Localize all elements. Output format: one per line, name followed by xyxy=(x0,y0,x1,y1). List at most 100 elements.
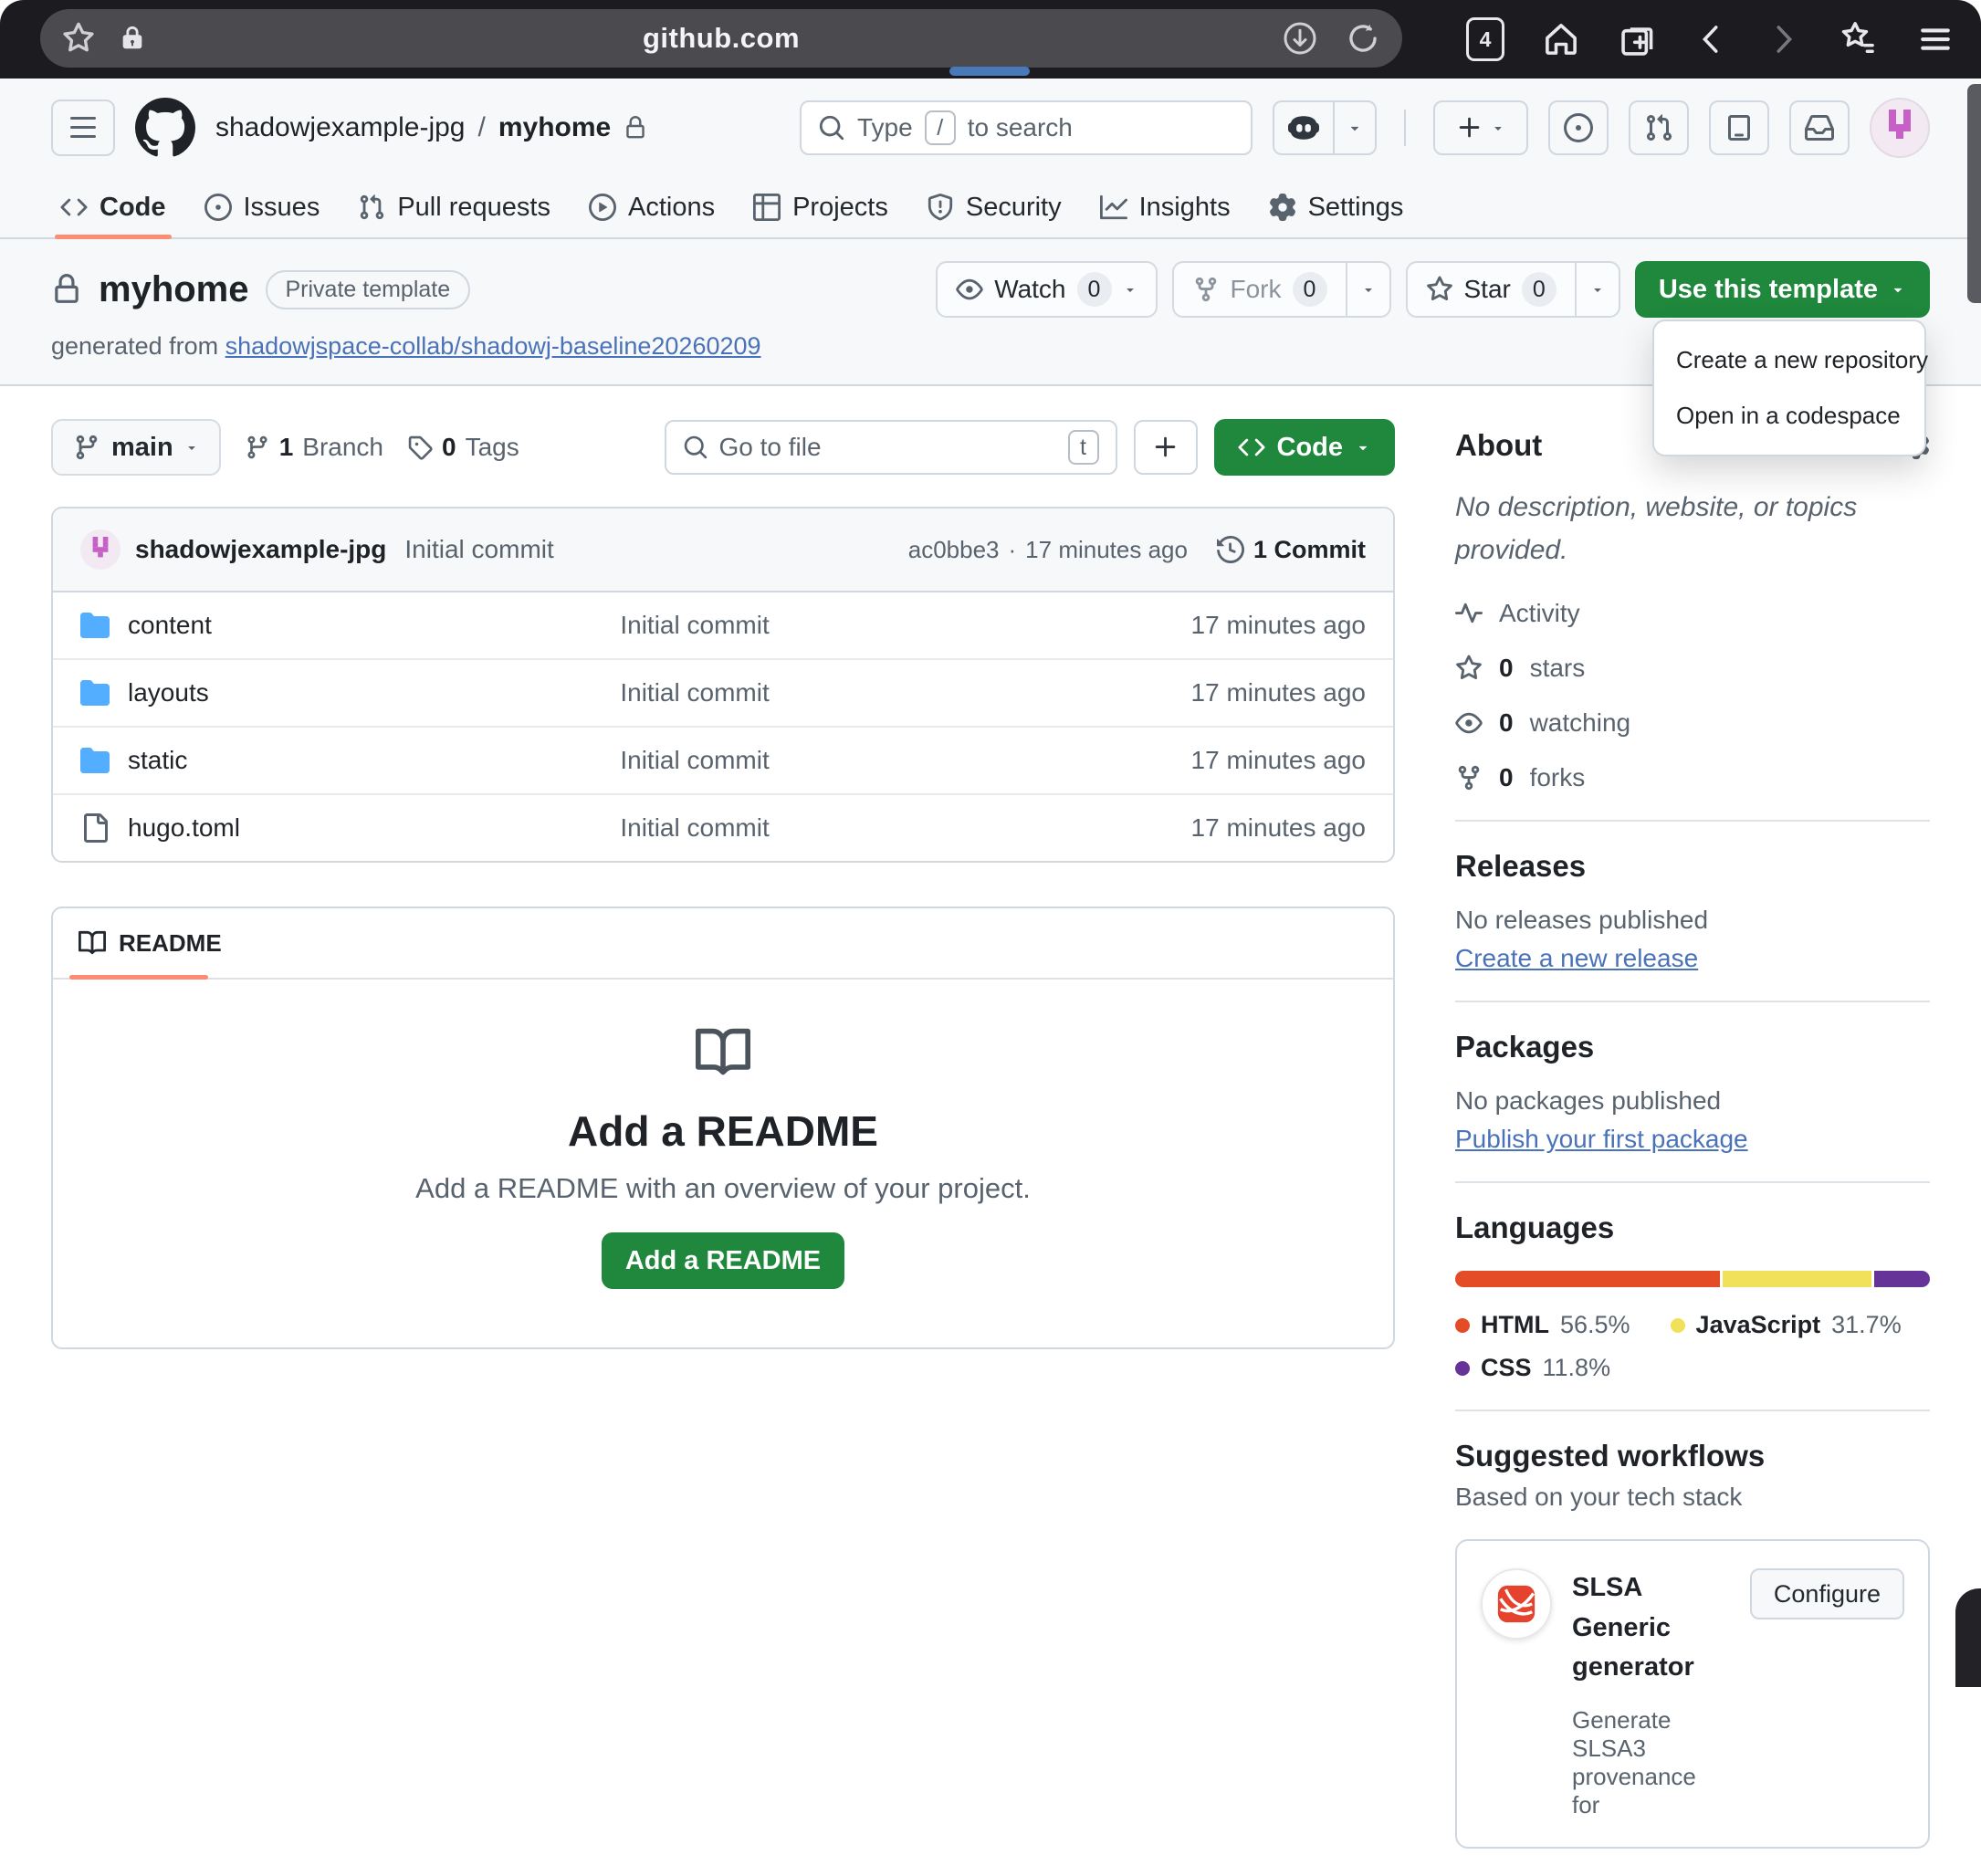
menu-item-create-repository[interactable]: Create a new repository xyxy=(1654,332,1924,388)
download-icon[interactable] xyxy=(1282,20,1318,57)
home-icon[interactable] xyxy=(1541,19,1581,59)
global-nav-menu-button[interactable] xyxy=(51,100,115,156)
tab-projects[interactable]: Projects xyxy=(737,177,905,237)
forward-icon[interactable] xyxy=(1766,22,1800,57)
reload-icon[interactable] xyxy=(1346,21,1380,56)
fork-dropdown[interactable] xyxy=(1346,261,1391,318)
tab-settings[interactable]: Settings xyxy=(1253,177,1420,237)
branches-link[interactable]: 1 Branch xyxy=(245,433,383,462)
copilot-icon[interactable] xyxy=(1273,100,1333,155)
watch-button[interactable]: Watch 0 xyxy=(936,261,1157,318)
slash-keycap: / xyxy=(925,110,956,145)
committer-name[interactable]: shadowjexample-jpg xyxy=(135,535,386,564)
add-readme-button[interactable]: Add a README xyxy=(602,1232,844,1289)
bookmarks-icon[interactable] xyxy=(1837,18,1879,60)
forks-link[interactable]: 0 forks xyxy=(1455,763,1930,792)
visibility-badge: Private template xyxy=(266,270,471,309)
packages-title: Packages xyxy=(1455,1030,1594,1064)
search-input[interactable]: Type / to search xyxy=(800,100,1253,155)
branch-selector[interactable]: main xyxy=(51,419,221,476)
use-template-button[interactable]: Use this template xyxy=(1635,261,1930,318)
tab-code[interactable]: Code xyxy=(44,177,183,237)
book-icon xyxy=(79,929,106,957)
tab-actions[interactable]: Actions xyxy=(572,177,731,237)
tab-issues[interactable]: Issues xyxy=(188,177,337,237)
browser-chrome: github.com 4 xyxy=(0,0,1981,79)
tab-security[interactable]: Security xyxy=(910,177,1078,237)
readme-empty-title: Add a README xyxy=(89,1106,1357,1156)
language-segment-javascript[interactable] xyxy=(1723,1271,1871,1287)
star-button[interactable]: Star 0 xyxy=(1406,261,1575,318)
watching-link[interactable]: 0 watching xyxy=(1455,708,1930,738)
history-icon xyxy=(1217,536,1244,563)
table-row[interactable]: static Initial commit 17 minutes ago xyxy=(53,726,1393,793)
url-bar[interactable]: github.com xyxy=(40,9,1402,68)
create-new-button[interactable] xyxy=(1433,100,1528,155)
workflow-card: SLSA Generic generator Generate SLSA3 pr… xyxy=(1455,1539,1930,1849)
page-load-progress xyxy=(949,67,1030,76)
commit-message[interactable]: Initial commit xyxy=(404,535,553,564)
tablet-icon-button[interactable] xyxy=(1709,100,1769,155)
publish-package-link[interactable]: Publish your first package xyxy=(1455,1125,1748,1154)
go-to-file-input[interactable]: Go to file t xyxy=(665,420,1117,475)
star-button-group: Star 0 xyxy=(1406,261,1620,318)
tags-link[interactable]: 0 Tags xyxy=(407,433,519,462)
back-icon[interactable] xyxy=(1694,22,1729,57)
inbox-button[interactable] xyxy=(1789,100,1850,155)
scrollbar[interactable] xyxy=(1967,84,1981,303)
language-legend-item[interactable]: CSS 11.8% xyxy=(1455,1354,1610,1382)
eye-icon xyxy=(1455,709,1483,737)
latest-commit-row[interactable]: shadowjexample-jpg Initial commit ac0bbe… xyxy=(53,508,1393,592)
workflow-description: Generate SLSA3 provenance for xyxy=(1572,1706,1730,1819)
menu-icon[interactable] xyxy=(1915,19,1955,59)
tab-insights[interactable]: Insights xyxy=(1084,177,1247,237)
commit-sha[interactable]: ac0bbe3 xyxy=(908,536,1000,564)
repo-nav: Code Issues Pull requests Actions Projec… xyxy=(0,177,1981,239)
table-row[interactable]: hugo.toml Initial commit 17 minutes ago xyxy=(53,793,1393,861)
folder-icon xyxy=(80,678,110,707)
star-dropdown[interactable] xyxy=(1575,261,1620,318)
fork-button[interactable]: Fork 0 xyxy=(1172,261,1346,318)
add-file-button[interactable] xyxy=(1134,420,1198,475)
create-release-link[interactable]: Create a new release xyxy=(1455,944,1698,973)
generated-from-link[interactable]: shadowjspace-collab/shadowj-baseline2026… xyxy=(225,332,761,360)
t-keycap: t xyxy=(1068,430,1099,465)
issues-header-button[interactable] xyxy=(1548,100,1609,155)
stars-link[interactable]: 0 stars xyxy=(1455,654,1930,683)
tab-counter-button[interactable]: 4 xyxy=(1466,17,1504,61)
breadcrumb-owner[interactable]: shadowjexample-jpg xyxy=(215,112,466,143)
language-legend-item[interactable]: JavaScript 31.7% xyxy=(1671,1311,1902,1339)
fork-button-group: Fork 0 xyxy=(1172,261,1391,318)
copilot-dropdown[interactable] xyxy=(1333,100,1377,155)
language-dot xyxy=(1455,1361,1470,1376)
readme-card: README Add a README Add a README with an… xyxy=(51,907,1395,1349)
code-button[interactable]: Code xyxy=(1214,419,1396,476)
favorite-star-icon[interactable] xyxy=(62,22,95,55)
tab-pull-requests[interactable]: Pull requests xyxy=(341,177,567,237)
table-row[interactable]: layouts Initial commit 17 minutes ago xyxy=(53,658,1393,726)
copilot-button[interactable] xyxy=(1273,100,1377,155)
breadcrumb-repo[interactable]: myhome xyxy=(498,112,611,143)
readme-tab[interactable]: README xyxy=(79,929,222,958)
languages-title: Languages xyxy=(1455,1210,1614,1245)
committer-avatar[interactable] xyxy=(80,529,121,570)
table-row[interactable]: content Initial commit 17 minutes ago xyxy=(53,592,1393,658)
configure-button[interactable]: Configure xyxy=(1750,1568,1904,1619)
commit-history-link[interactable]: 1 Commit xyxy=(1217,536,1366,564)
issue-icon xyxy=(204,194,232,221)
workflows-title: Suggested workflows xyxy=(1455,1439,1765,1473)
workflow-title[interactable]: SLSA Generic generator xyxy=(1572,1568,1730,1688)
about-description: No description, website, or topics provi… xyxy=(1455,487,1930,571)
language-legend-item[interactable]: HTML 56.5% xyxy=(1455,1311,1630,1339)
activity-link[interactable]: Activity xyxy=(1455,599,1930,628)
use-template-menu: Create a new repository Open in a codesp… xyxy=(1652,320,1926,456)
lock-icon[interactable] xyxy=(119,25,146,52)
avatar[interactable] xyxy=(1870,98,1930,158)
language-segment-html[interactable] xyxy=(1455,1271,1720,1287)
pull-requests-header-button[interactable] xyxy=(1629,100,1689,155)
language-segment-css[interactable] xyxy=(1874,1271,1930,1287)
menu-item-open-codespace[interactable]: Open in a codespace xyxy=(1654,388,1924,444)
github-logo[interactable] xyxy=(135,98,195,158)
shield-icon xyxy=(927,194,954,221)
new-tab-icon[interactable] xyxy=(1618,19,1658,59)
